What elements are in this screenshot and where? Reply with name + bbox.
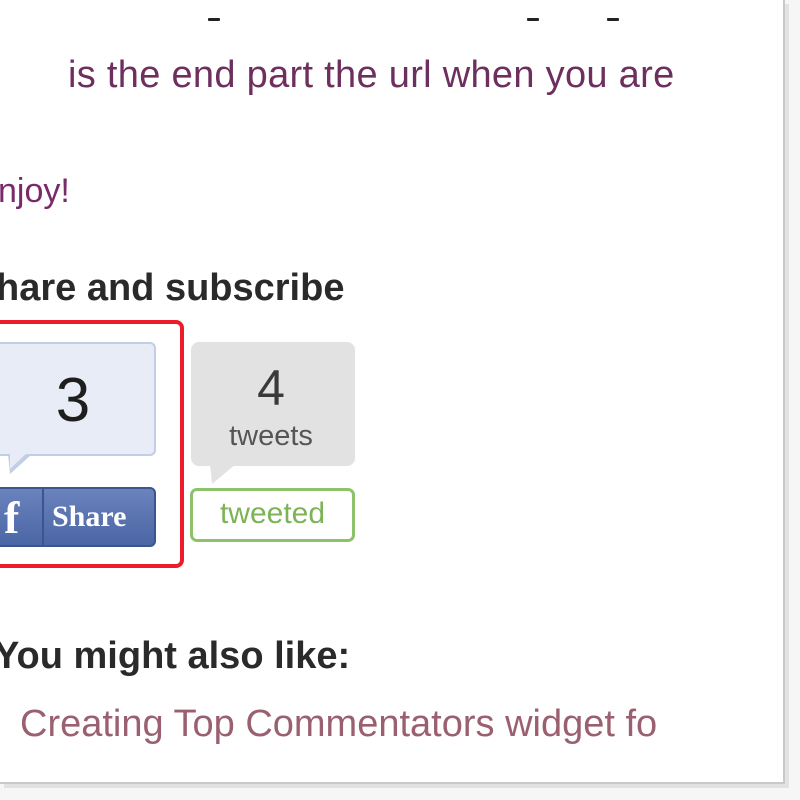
- underscore-mark: [607, 18, 619, 21]
- underscore-mark: [527, 18, 539, 21]
- related-post-link[interactable]: Creating Top Commentators widget fo: [20, 697, 657, 751]
- underscore-mark: [208, 18, 220, 21]
- related-posts-heading: You might also like:: [0, 635, 351, 677]
- tweet-count: 4: [257, 360, 285, 416]
- share-subscribe-heading: hare and subscribe: [0, 267, 345, 309]
- screenshot-frame: is the end part the url when you are njo…: [0, 0, 785, 784]
- enjoy-text: njoy!: [0, 172, 70, 210]
- tweeted-button[interactable]: tweeted: [190, 488, 355, 542]
- url-explanation-text: is the end part the url when you are: [68, 54, 675, 96]
- tweet-count-bubble-tail: [210, 464, 236, 484]
- tweet-count-unit: tweets: [229, 420, 313, 452]
- facebook-widget-highlight: [0, 320, 184, 568]
